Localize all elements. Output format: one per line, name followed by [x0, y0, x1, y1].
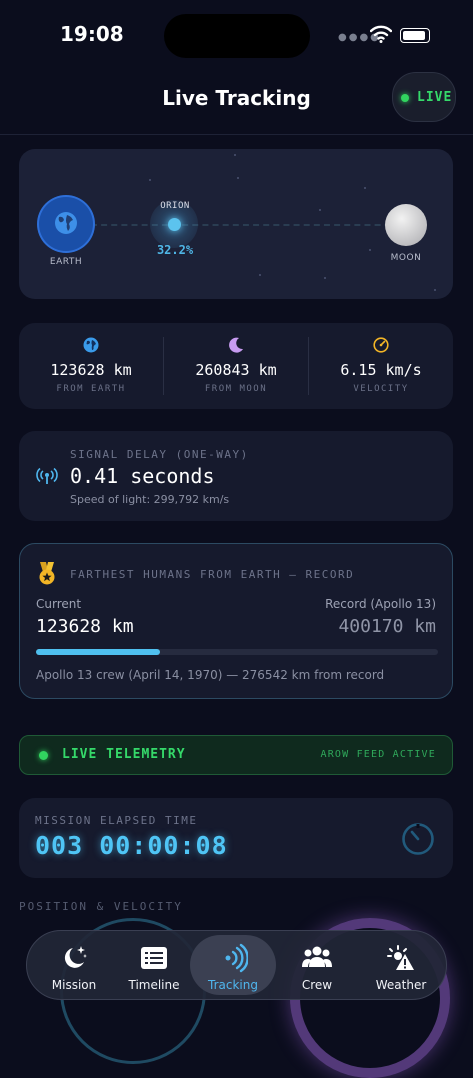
- moon-icon: [229, 337, 243, 353]
- star: [234, 154, 236, 156]
- tab-tracking[interactable]: Tracking: [190, 935, 276, 995]
- stat-label: VELOCITY: [353, 384, 409, 394]
- signal-delay-value: 0.41 seconds: [70, 464, 215, 488]
- telemetry-indicator-icon: [39, 751, 48, 760]
- tab-mission[interactable]: Mission: [31, 935, 117, 995]
- tab-weather[interactable]: Weather: [358, 935, 444, 995]
- earth-icon: [39, 197, 93, 251]
- signal-delay-subtitle: Speed of light: 299,792 km/s: [70, 493, 230, 506]
- telemetry-title: LIVE TELEMETRY: [62, 747, 186, 762]
- moon-stars-icon: [64, 946, 87, 968]
- spacecraft-marker: [168, 218, 181, 231]
- section-title: POSITION & VELOCITY: [19, 900, 183, 913]
- stat-label: FROM MOON: [204, 384, 268, 394]
- live-button[interactable]: LIVE: [392, 72, 456, 122]
- moon-body: [385, 204, 427, 246]
- tab-timeline[interactable]: Timeline: [111, 935, 197, 995]
- record-title: FARTHEST HUMANS FROM EARTH — RECORD: [70, 568, 355, 581]
- status-bar: 19:08 ●●●●: [0, 0, 473, 70]
- mission-elapsed-time-card: MISSION ELAPSED TIME 003 00:00:08: [19, 798, 453, 878]
- dynamic-island: [164, 14, 310, 58]
- met-value: 003 00:00:08: [35, 831, 228, 860]
- spacecraft-label: ORION: [160, 201, 190, 211]
- distance-record-card: FARTHEST HUMANS FROM EARTH — RECORD Curr…: [19, 543, 453, 699]
- star: [369, 249, 371, 251]
- antenna-icon: [36, 467, 58, 484]
- battery-icon: [400, 28, 430, 43]
- record-note: Apollo 13 crew (April 14, 1970) — 276542…: [36, 668, 385, 682]
- tab-label: Mission: [51, 978, 97, 992]
- signal-delay-card: SIGNAL DELAY (ONE-WAY) 0.41 seconds Spee…: [19, 431, 453, 521]
- stat-value: 123628 km: [50, 361, 132, 379]
- globe-icon: [55, 212, 77, 234]
- star: [434, 289, 436, 291]
- antenna-icon: [225, 943, 248, 973]
- list-icon: [141, 947, 167, 969]
- star: [149, 179, 151, 181]
- live-telemetry-banner: LIVE TELEMETRY AROW FEED ACTIVE: [19, 735, 453, 775]
- stat-value: 6.15 km/s: [340, 361, 422, 379]
- tab-label: Tracking: [208, 978, 258, 992]
- tab-label: Timeline: [128, 978, 180, 992]
- record-progress-fill: [36, 649, 161, 655]
- medal-icon: [39, 562, 55, 585]
- earth-label: EARTH: [49, 257, 83, 267]
- star: [319, 209, 321, 211]
- record-label: Record (Apollo 13): [325, 597, 436, 611]
- tab-crew[interactable]: Crew: [274, 935, 360, 995]
- met-title: MISSION ELAPSED TIME: [35, 814, 198, 827]
- tab-label: Crew: [301, 978, 333, 992]
- tab-bar: Mission Timeline Tracking Crew Weather: [26, 930, 447, 1000]
- live-label: LIVE: [417, 90, 453, 105]
- speedometer-icon: [373, 337, 389, 353]
- star: [259, 274, 261, 276]
- moon-label: MOON: [390, 253, 422, 263]
- star: [237, 177, 239, 179]
- wifi-icon: [370, 25, 392, 43]
- record-distance: 400170 km: [338, 616, 436, 637]
- timer-icon: [402, 823, 434, 855]
- telemetry-status: AROW FEED ACTIVE: [320, 749, 436, 760]
- tab-label: Weather: [375, 978, 427, 992]
- stat-value: 260843 km: [195, 361, 277, 379]
- stat-velocity: 6.15 km/s VELOCITY: [309, 323, 453, 409]
- trajectory-progress: 32.2%: [156, 243, 194, 257]
- live-indicator-icon: [401, 94, 409, 102]
- people-icon: [302, 946, 332, 967]
- signal-delay-title: SIGNAL DELAY (ONE-WAY): [70, 448, 249, 461]
- weather-alert-icon: [387, 945, 414, 970]
- star: [324, 277, 326, 279]
- stat-from-moon: 260843 km FROM MOON: [164, 323, 308, 409]
- distance-stats-card: 123628 km FROM EARTH 260843 km FROM MOON…: [19, 323, 453, 409]
- star: [364, 187, 366, 189]
- current-distance: 123628 km: [36, 616, 134, 637]
- record-progress-bar: [36, 649, 438, 655]
- trajectory-line: [91, 224, 411, 226]
- stat-label: FROM EARTH: [56, 384, 126, 394]
- orbit-visual-card: EARTH ORION 32.2% MOON: [19, 149, 453, 299]
- stat-from-earth: 123628 km FROM EARTH: [19, 323, 163, 409]
- current-label: Current: [36, 597, 82, 611]
- nav-header: Live Tracking LIVE: [0, 70, 473, 135]
- globe-icon: [83, 337, 99, 353]
- status-time: 19:08: [60, 22, 124, 46]
